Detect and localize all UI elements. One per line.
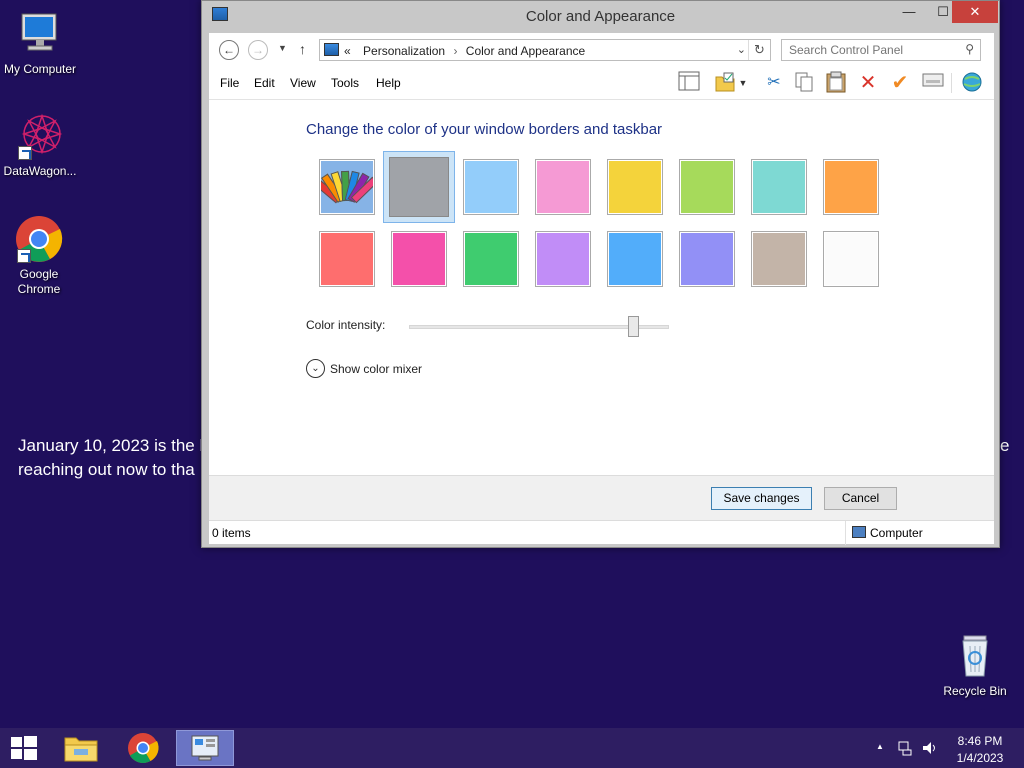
shortcut-arrow-icon [18, 146, 32, 160]
menu-file[interactable]: File [220, 76, 239, 90]
folder-icon [64, 737, 98, 762]
color-palette-icon [321, 161, 373, 213]
checkmark-icon[interactable]: ✔ [888, 71, 912, 95]
computer-icon [16, 10, 64, 58]
properties-icon[interactable] [921, 71, 945, 95]
window-client-area: ← → ▼ ↑ « Personalization › Color and Ap… [209, 33, 994, 545]
recent-locations-button[interactable]: ▼ [278, 43, 287, 53]
network-icon[interactable] [897, 740, 913, 759]
menu-view[interactable]: View [290, 76, 316, 90]
address-dropdown-icon[interactable]: ⌄ [737, 43, 746, 56]
show-hidden-icons-button[interactable]: ▲ [876, 742, 884, 751]
color-swatch[interactable] [607, 159, 663, 215]
taskbar: ▲ 8:46 PM 1/4/2023 [0, 728, 1024, 768]
automatic-color-swatch[interactable] [319, 159, 375, 215]
clock-date: 1/4/2023 [956, 751, 1004, 765]
show-color-mixer-label[interactable]: Show color mixer [330, 362, 422, 376]
datawagon-logo-icon [16, 112, 64, 160]
search-input[interactable] [782, 40, 958, 60]
minimize-button[interactable]: — [892, 1, 926, 23]
desktop-icon-label: Recycle Bin [943, 684, 1007, 698]
address-row: ← → ▼ ↑ « Personalization › Color and Ap… [209, 33, 994, 67]
copy-icon[interactable] [792, 71, 816, 95]
desktop-icon-recycle-bin[interactable]: Recycle Bin [935, 632, 1015, 699]
color-swatch[interactable] [535, 159, 591, 215]
volume-icon[interactable] [921, 740, 939, 759]
desktop-icon-label: Google Chrome [17, 267, 61, 296]
menu-tools[interactable]: Tools [331, 76, 359, 90]
windows-logo-icon [11, 737, 22, 747]
title-bar[interactable]: Color and Appearance — ☐ ✕ [202, 1, 999, 33]
chevron-right-icon: › [453, 44, 458, 58]
color-swatch[interactable] [391, 231, 447, 287]
delete-icon[interactable]: ✕ [856, 71, 880, 95]
color-swatch[interactable] [535, 231, 591, 287]
window-title: Color and Appearance [525, 8, 676, 25]
desktop-icon-label: My Computer [3, 62, 77, 76]
color-swatch[interactable] [679, 231, 735, 287]
shortcut-arrow-icon [17, 249, 31, 263]
color-swatch[interactable] [751, 159, 807, 215]
desktop-icon-google-chrome[interactable]: Google Chrome [0, 215, 78, 297]
paste-icon[interactable] [824, 71, 848, 95]
breadcrumb-overflow[interactable]: « [344, 44, 351, 58]
breadcrumb-color-appearance[interactable]: Color and Appearance [466, 44, 585, 58]
taskbar-file-explorer[interactable] [52, 730, 110, 766]
control-panel-icon [191, 735, 219, 761]
menu-edit[interactable]: Edit [254, 76, 275, 90]
wallpaper-message: January 10, 2023 is the l reaching out n… [18, 436, 204, 479]
breadcrumb: « Personalization › Color and Appearance [344, 44, 585, 58]
menu-help[interactable]: Help [376, 76, 401, 90]
color-swatch[interactable] [463, 231, 519, 287]
status-bar: 0 items Computer [209, 520, 994, 545]
color-swatch[interactable] [751, 231, 807, 287]
layout-icon[interactable] [677, 71, 701, 95]
control-panel-icon [324, 43, 339, 56]
clock-time: 8:46 PM [957, 734, 1003, 748]
chrome-icon [15, 215, 63, 263]
color-swatch[interactable] [319, 231, 375, 287]
cut-icon[interactable]: ✂ [762, 71, 786, 95]
refresh-icon[interactable]: ↻ [748, 40, 770, 60]
status-location: Computer [845, 521, 994, 545]
breadcrumb-personalization[interactable]: Personalization [363, 44, 445, 58]
save-changes-button[interactable]: Save changes [711, 487, 812, 510]
search-icon[interactable]: ⚲ [965, 42, 974, 56]
clock[interactable]: 8:46 PM 1/4/2023 [950, 734, 1010, 765]
desktop-icon-datawagon[interactable]: DataWagon... [0, 112, 80, 179]
desktop-icon-label: DataWagon... [3, 164, 77, 178]
color-intensity-label: Color intensity: [306, 318, 386, 332]
menu-bar: File Edit View Tools Help ▼ ✂ ✕ ✔ [209, 67, 994, 99]
desktop-icon-my-computer[interactable]: My Computer [0, 10, 80, 77]
recycle-bin-icon [951, 632, 999, 680]
status-item-count: 0 items [212, 526, 251, 540]
address-bar[interactable]: « Personalization › Color and Appearance… [319, 39, 771, 61]
color-swatch[interactable] [679, 159, 735, 215]
search-box[interactable]: ⚲ [781, 39, 981, 61]
computer-icon [852, 526, 866, 538]
color-intensity-slider-thumb[interactable] [627, 316, 639, 337]
close-button[interactable]: ✕ [952, 1, 998, 23]
start-button[interactable] [0, 728, 48, 768]
color-swatch[interactable] [383, 151, 455, 223]
taskbar-chrome[interactable] [114, 730, 172, 766]
color-swatch[interactable] [823, 231, 879, 287]
color-swatch[interactable] [463, 159, 519, 215]
color-swatch[interactable] [823, 159, 879, 215]
color-appearance-window: Color and Appearance — ☐ ✕ ← → ▼ ↑ « Per… [201, 0, 1000, 548]
wallpaper-message-right: e [1000, 436, 1010, 455]
forward-button[interactable]: → [248, 40, 268, 60]
back-button[interactable]: ← [219, 40, 239, 60]
folder-options-icon[interactable] [713, 71, 737, 95]
button-bar: Save changes Cancel [209, 475, 994, 520]
up-button[interactable]: ↑ [299, 41, 306, 57]
chevron-down-icon[interactable]: ⌄ [306, 359, 325, 378]
color-swatch[interactable] [607, 231, 663, 287]
chrome-icon [128, 733, 159, 764]
taskbar-control-panel[interactable] [176, 730, 234, 766]
page-title: Change the color of your window borders … [306, 121, 663, 138]
cancel-button[interactable]: Cancel [824, 487, 897, 510]
chevron-down-icon[interactable]: ▼ [736, 71, 750, 95]
globe-icon[interactable] [960, 71, 984, 95]
